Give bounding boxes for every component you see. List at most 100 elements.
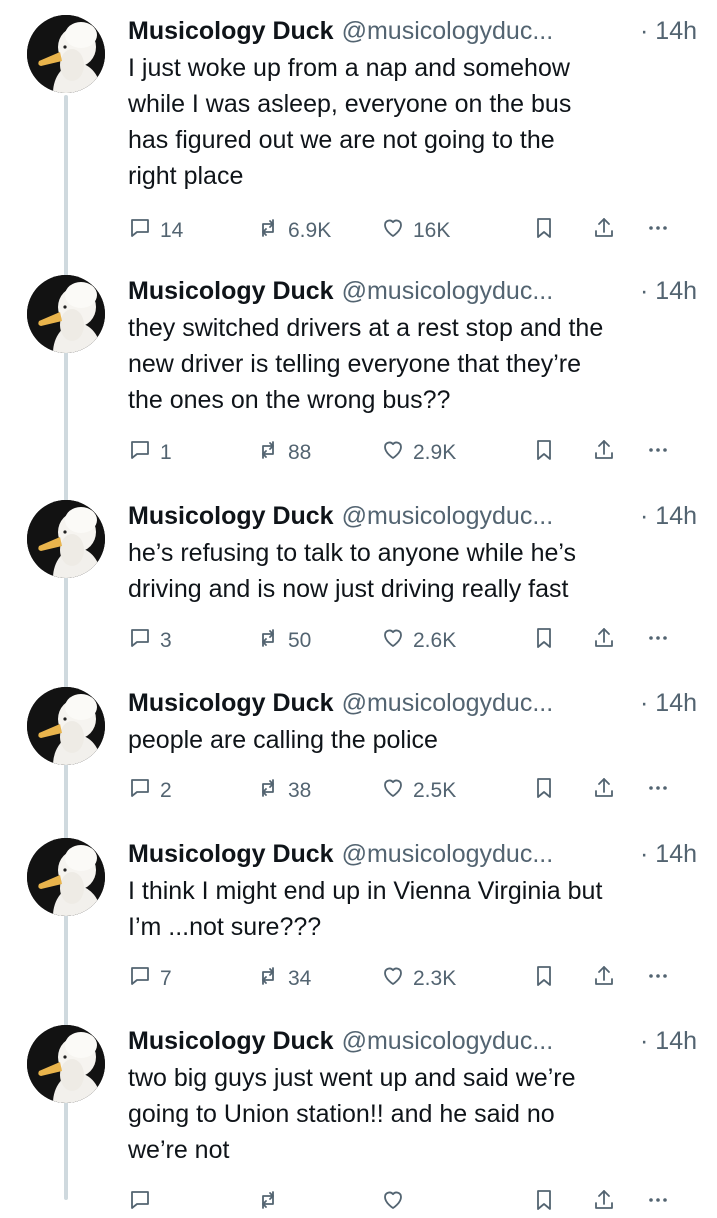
action-bar: 1 88 2.9K (128, 438, 688, 468)
tweet-text-line: people are calling the police (128, 726, 438, 754)
tweet-content: Musicology Duck @musicologyduc... · 14h he’… (128, 499, 697, 607)
display-name[interactable]: Musicology Duck (128, 837, 334, 871)
retweet-icon (256, 438, 288, 468)
user-handle[interactable]: @musicologyduc... (342, 837, 554, 871)
bookmark-button[interactable] (532, 438, 556, 468)
more-icon (646, 626, 670, 656)
tweet-content: Musicology Duck @musicologyduc... · 14h the… (128, 274, 697, 418)
tweet-header: Musicology Duck @musicologyduc... · 14h (128, 686, 697, 720)
share-button[interactable] (592, 776, 616, 806)
bookmark-icon (532, 626, 556, 656)
retweet-icon (256, 216, 288, 246)
avatar[interactable] (27, 838, 105, 916)
more-button[interactable] (646, 626, 670, 656)
bookmark-button[interactable] (532, 1188, 556, 1218)
like-button[interactable]: 2.6K (381, 626, 456, 656)
share-icon (592, 776, 616, 806)
reply-icon (128, 1188, 160, 1218)
like-button[interactable]: 2.5K (381, 776, 456, 806)
avatar[interactable] (27, 15, 105, 93)
share-button[interactable] (592, 438, 616, 468)
tweet-header: Musicology Duck @musicologyduc... · 14h (128, 499, 697, 533)
reply-button[interactable] (128, 1188, 160, 1218)
tweet-header: Musicology Duck @musicologyduc... · 14h (128, 1024, 697, 1058)
heart-icon (381, 438, 413, 468)
user-handle[interactable]: @musicologyduc... (342, 14, 554, 48)
tweet-header: Musicology Duck @musicologyduc... · 14h (128, 837, 697, 871)
more-button[interactable] (646, 1188, 670, 1218)
tweet-content: Musicology Duck @musicologyduc... · 14h I t… (128, 837, 697, 945)
reply-button[interactable]: 1 (128, 438, 172, 468)
user-handle[interactable]: @musicologyduc... (342, 1024, 554, 1058)
tweet-header: Musicology Duck @musicologyduc... · 14h (128, 14, 697, 48)
tweet-text: I think I might end up in Vienna Virgini… (128, 873, 697, 945)
more-button[interactable] (646, 964, 670, 994)
timestamp[interactable]: · 14h (632, 837, 697, 871)
user-handle[interactable]: @musicologyduc... (342, 274, 554, 308)
reply-button[interactable]: 2 (128, 776, 172, 806)
action-bar: 2 38 2.5K (128, 776, 688, 806)
display-name[interactable]: Musicology Duck (128, 1024, 334, 1058)
retweet-button[interactable]: 50 (256, 626, 311, 656)
share-button[interactable] (592, 626, 616, 656)
more-button[interactable] (646, 216, 670, 246)
reply-button[interactable]: 3 (128, 626, 172, 656)
share-button[interactable] (592, 1188, 616, 1218)
retweet-button[interactable] (256, 1188, 288, 1218)
like-button[interactable]: 16K (381, 216, 450, 246)
like-button[interactable]: 2.3K (381, 964, 456, 994)
retweet-icon (256, 964, 288, 994)
reply-count: 7 (160, 967, 172, 990)
reply-button[interactable]: 14 (128, 216, 183, 246)
timestamp[interactable]: · 14h (632, 686, 697, 720)
display-name[interactable]: Musicology Duck (128, 686, 334, 720)
bookmark-button[interactable] (532, 626, 556, 656)
avatar[interactable] (27, 687, 105, 765)
retweet-button[interactable]: 88 (256, 438, 311, 468)
retweet-count: 50 (288, 629, 312, 652)
bookmark-button[interactable] (532, 776, 556, 806)
retweet-count: 6.9K (288, 219, 332, 242)
timestamp[interactable]: · 14h (632, 499, 697, 533)
reply-icon (128, 626, 160, 656)
share-button[interactable] (592, 964, 616, 994)
user-handle[interactable]: @musicologyduc... (342, 499, 554, 533)
more-button[interactable] (646, 438, 670, 468)
share-icon (592, 438, 616, 468)
timestamp[interactable]: · 14h (632, 274, 697, 308)
avatar[interactable] (27, 275, 105, 353)
avatar[interactable] (27, 500, 105, 578)
user-handle[interactable]: @musicologyduc... (342, 686, 554, 720)
tweet-text-line: right place (128, 162, 244, 190)
tweet-header: Musicology Duck @musicologyduc... · 14h (128, 274, 697, 308)
reply-count: 1 (160, 441, 172, 464)
like-button[interactable] (381, 1188, 413, 1218)
tweet-text-line: I’m ...not sure??? (128, 913, 322, 941)
reply-count: 2 (160, 779, 172, 802)
reply-button[interactable]: 7 (128, 964, 172, 994)
like-count: 2.3K (413, 967, 457, 990)
retweet-button[interactable]: 34 (256, 964, 311, 994)
like-button[interactable]: 2.9K (381, 438, 456, 468)
avatar[interactable] (27, 1025, 105, 1103)
bookmark-button[interactable] (532, 216, 556, 246)
display-name[interactable]: Musicology Duck (128, 14, 334, 48)
tweet-content: Musicology Duck @musicologyduc... · 14h I j… (128, 14, 697, 194)
display-name[interactable]: Musicology Duck (128, 274, 334, 308)
display-name[interactable]: Musicology Duck (128, 499, 334, 533)
more-button[interactable] (646, 776, 670, 806)
timestamp[interactable]: · 14h (632, 1024, 697, 1058)
retweet-button[interactable]: 38 (256, 776, 311, 806)
tweet-content: Musicology Duck @musicologyduc... · 14h two… (128, 1024, 697, 1168)
retweet-button[interactable]: 6.9K (256, 216, 331, 246)
bookmark-button[interactable] (532, 964, 556, 994)
retweet-icon (256, 776, 288, 806)
timestamp[interactable]: · 14h (632, 14, 697, 48)
more-icon (646, 776, 670, 806)
share-button[interactable] (592, 216, 616, 246)
reply-count: 3 (160, 629, 172, 652)
retweet-count: 34 (288, 967, 312, 990)
share-icon (592, 626, 616, 656)
bookmark-icon (532, 438, 556, 468)
like-count: 2.5K (413, 779, 457, 802)
